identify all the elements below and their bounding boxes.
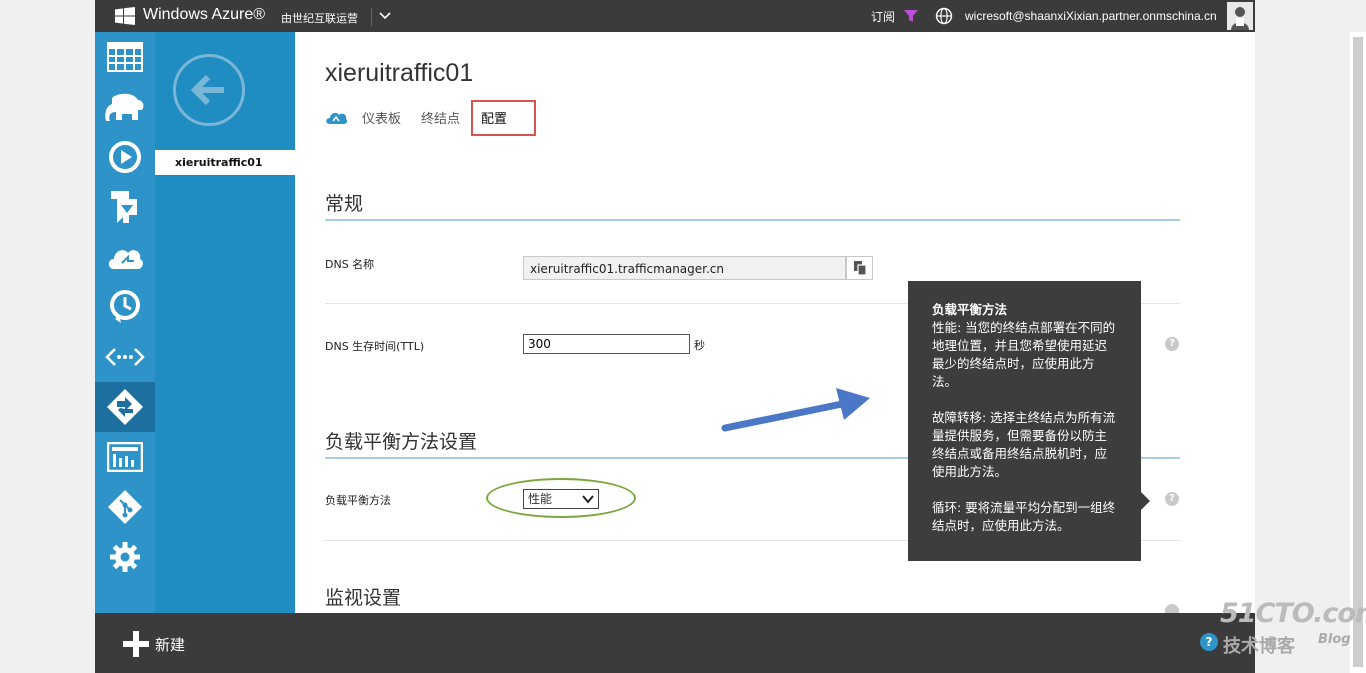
section-load-balancing-heading: 负载平衡方法设置 [325, 431, 478, 453]
service-nav [95, 32, 155, 613]
load-balancing-method-select[interactable]: 性能 [523, 489, 599, 509]
tab-endpoints[interactable]: 终结点 [421, 108, 460, 127]
load-balancing-method-label: 负载平衡方法 [325, 494, 391, 507]
active-tab-highlight [471, 100, 536, 136]
tooltip-performance: 性能: 当您的终结点部署在不同的地理位置，并且您希望使用延迟最少的终结点时，应使… [932, 320, 1116, 389]
grid-icon [107, 42, 143, 72]
dashboard-icon [107, 442, 143, 472]
help-icon[interactable] [1165, 604, 1179, 613]
back-button[interactable] [173, 54, 245, 126]
cloud-service-icon [326, 112, 347, 124]
cloud-services-icon [108, 250, 143, 269]
filter-icon[interactable] [903, 8, 919, 24]
copy-icon [853, 261, 867, 276]
help-icon[interactable]: ? [1165, 337, 1179, 351]
nav-item-traffic-manager[interactable] [95, 382, 155, 432]
media-icon [109, 141, 141, 173]
plus-icon[interactable] [123, 631, 149, 657]
watermark-tagline: 技术博客 [1223, 636, 1295, 657]
nav-item-storage[interactable] [95, 182, 155, 232]
nav-item-all-items[interactable] [95, 32, 155, 82]
help-tooltip: 负载平衡方法 性能: 当您的终结点部署在不同的地理位置，并且您希望使用延迟最少的… [908, 281, 1141, 561]
nav-item-api[interactable] [95, 332, 155, 382]
nav-item-cloud-services[interactable] [95, 232, 155, 282]
scheduler-icon [110, 290, 140, 323]
windows-logo-icon [115, 7, 135, 25]
watermark-site: 51CTO.com [1220, 598, 1366, 629]
traffic-manager-icon [107, 389, 143, 425]
main-content: xieruitraffic01 仪表板 终结点 配置 常规 DNS 名称 xie… [295, 32, 1255, 613]
topbar-divider [371, 8, 372, 26]
storage-icon [111, 191, 137, 223]
nav-item-scheduler[interactable] [95, 282, 155, 332]
dns-ttl-label: DNS 生存时间(TTL) [325, 340, 425, 353]
sub-nav: xieruitraffic01 [155, 32, 295, 613]
chevron-down-icon [582, 495, 594, 504]
dns-name-label: DNS 名称 [325, 258, 375, 271]
settings-icon [110, 542, 140, 572]
scrollbar[interactable] [1350, 32, 1366, 673]
nav-item-media[interactable] [95, 132, 155, 182]
brand-name: Windows Azure® [143, 6, 266, 23]
nav-item-hdinsight[interactable] [95, 82, 155, 132]
dns-ttl-input[interactable] [523, 334, 690, 354]
user-avatar-icon [1227, 2, 1253, 30]
user-account[interactable]: wicresoft@shaanxiXixian.partner.onmschin… [965, 9, 1217, 23]
nav-item-dashboard[interactable] [95, 432, 155, 482]
top-bar: Windows Azure® 由世纪互联运营 订阅 wicresoft@shaa… [95, 0, 1255, 32]
tooltip-pointer [1141, 492, 1150, 510]
watermark: 51CTO.com 技术博客 Blog [1220, 598, 1366, 657]
api-icon [105, 348, 145, 366]
tenant-label: 由世纪互联运营 [281, 12, 358, 25]
nav-item-settings[interactable] [95, 532, 155, 582]
avatar[interactable] [1227, 2, 1253, 30]
tooltip-title: 负载平衡方法 [932, 302, 1008, 317]
globe-icon[interactable] [935, 7, 953, 25]
page-title: xieruitraffic01 [325, 59, 474, 87]
hdinsight-elephant-icon [105, 93, 144, 121]
help-icon[interactable]: ? [1165, 492, 1179, 506]
section-monitoring-heading: 监视设置 [325, 587, 402, 609]
ttl-unit-label: 秒 [694, 339, 705, 352]
command-bar: 新建 ? [95, 613, 1255, 673]
tooltip-failover: 故障转移: 选择主终结点为所有流量提供服务，但需要备份以防主终结点或备用终结点脱… [932, 410, 1116, 479]
selected-resource-item[interactable]: xieruitraffic01 [155, 150, 295, 175]
dns-name-field[interactable]: xieruitraffic01.trafficmanager.cn [523, 256, 846, 280]
tab-dashboard[interactable]: 仪表板 [362, 108, 401, 127]
section-rule [325, 219, 1180, 221]
portal-window: Windows Azure® 由世纪互联运营 订阅 wicresoft@shaa… [95, 0, 1255, 673]
section-general-heading: 常规 [325, 193, 364, 215]
arrow-left-icon [190, 74, 224, 106]
scrollbar-thumb[interactable] [1353, 37, 1363, 667]
copy-button[interactable] [846, 256, 873, 280]
git-icon [108, 490, 142, 524]
new-button[interactable]: 新建 [155, 634, 185, 655]
chevron-down-icon[interactable] [377, 8, 393, 24]
select-value: 性能 [528, 492, 553, 506]
nav-item-git[interactable] [95, 482, 155, 532]
watermark-blog: Blog [1318, 632, 1351, 647]
subscription-link[interactable]: 订阅 [871, 8, 895, 25]
tooltip-round-robin: 循环: 要将流量平均分配到一组终结点时，应使用此方法。 [932, 500, 1116, 533]
help-button[interactable]: ? [1200, 633, 1218, 651]
annotation-arrow [721, 388, 870, 432]
